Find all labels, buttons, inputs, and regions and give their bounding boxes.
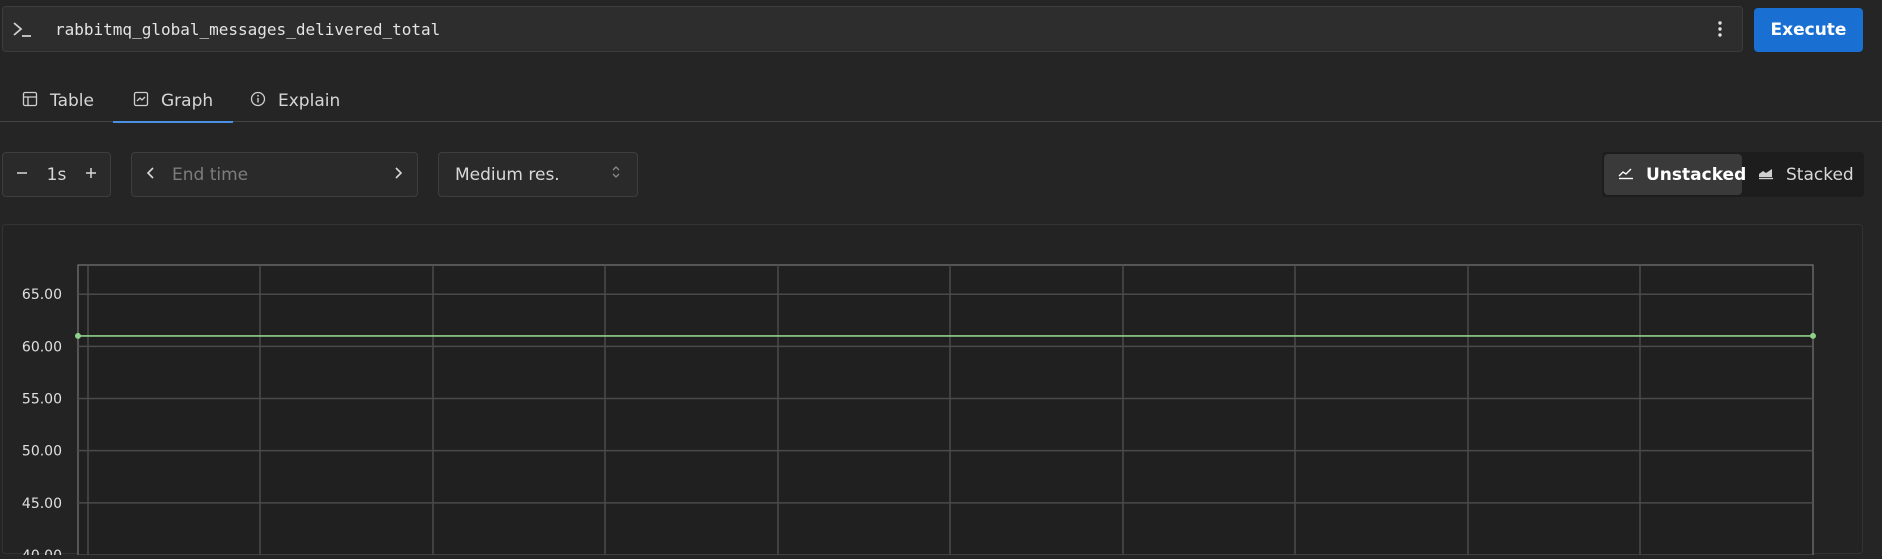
selector-arrows-icon (611, 164, 621, 185)
unstacked-button[interactable]: Unstacked (1604, 154, 1746, 195)
y-tick-label: 55.00 (22, 392, 62, 408)
y-tick-label: 65.00 (22, 287, 62, 303)
plus-icon[interactable] (84, 165, 98, 185)
resolution-value: Medium res. (455, 164, 560, 185)
view-tabs: Table Graph Explain (0, 80, 1882, 123)
tab-table-label: Table (50, 91, 94, 111)
chevron-right-icon[interactable] (393, 165, 403, 184)
info-circle-icon (250, 91, 266, 112)
stack-mode-toggle: Unstacked Stacked (1602, 152, 1864, 197)
chart-area-line-icon (1618, 165, 1634, 185)
y-tick-label: 40.00 (22, 548, 62, 555)
y-tick-label: 60.00 (22, 339, 62, 355)
terminal-prompt-icon (3, 6, 41, 52)
chart-area-stacked-icon (1758, 165, 1774, 185)
stacked-button[interactable]: Stacked (1744, 154, 1868, 195)
graph-panel: 65.00 60.00 55.00 50.00 45.00 40.00 (2, 224, 1864, 559)
minus-icon[interactable] (15, 165, 29, 185)
stacked-label: Stacked (1786, 164, 1854, 185)
end-time-picker (131, 152, 418, 197)
tab-graph[interactable]: Graph (113, 80, 234, 123)
chart-line-icon (133, 91, 149, 112)
tab-graph-label: Graph (161, 91, 214, 111)
tab-table[interactable]: Table (22, 80, 102, 122)
time-series-chart[interactable]: 65.00 60.00 55.00 50.00 45.00 40.00 (3, 225, 1864, 559)
series-point (1810, 332, 1816, 339)
table-icon (22, 91, 38, 112)
end-time-input[interactable] (172, 164, 393, 185)
dots-vertical-icon[interactable] (1698, 6, 1742, 52)
resolution-select[interactable]: Medium res. (438, 152, 638, 197)
chevron-left-icon[interactable] (146, 165, 156, 184)
y-tick-label: 45.00 (22, 496, 62, 512)
range-value: 1s (46, 164, 67, 185)
range-stepper: 1s (2, 152, 111, 197)
plot-area (77, 264, 1814, 556)
query-bar[interactable]: rabbitmq_global_messages_delivered_total (2, 6, 1743, 52)
series-point (75, 332, 81, 339)
execute-button[interactable]: Execute (1754, 8, 1863, 52)
tab-explain[interactable]: Explain (250, 80, 340, 122)
tab-explain-label: Explain (278, 91, 341, 111)
unstacked-label: Unstacked (1646, 164, 1747, 185)
query-input[interactable]: rabbitmq_global_messages_delivered_total (41, 20, 1698, 39)
y-tick-label: 50.00 (22, 444, 62, 460)
